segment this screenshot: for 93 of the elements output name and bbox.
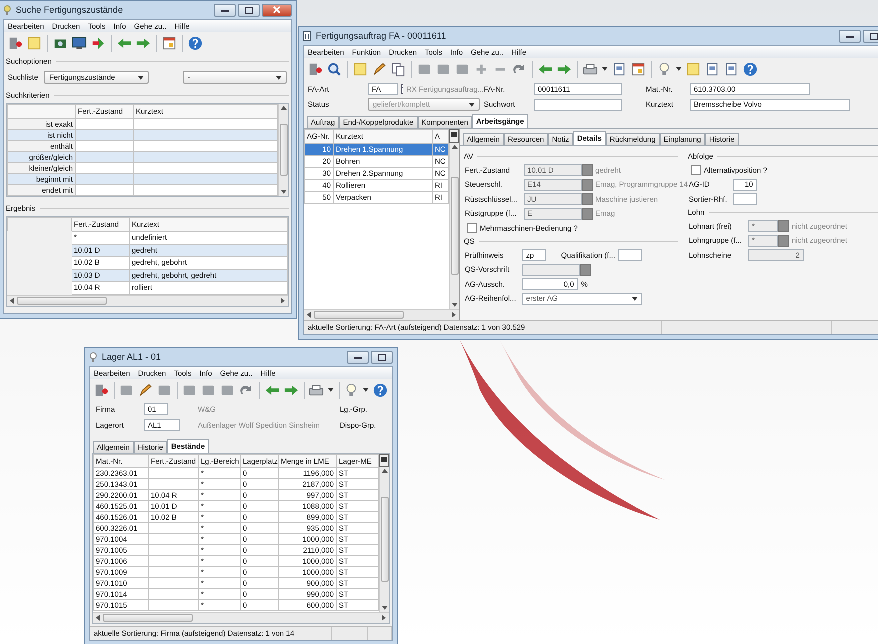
window-title: Lager AL1 - 01 [102,352,162,362]
scroll-up-icon[interactable] [382,469,388,473]
page-icon[interactable] [705,62,720,76]
window-icon [3,4,12,16]
scroll-left-icon[interactable] [10,298,14,304]
calendar-icon[interactable] [162,36,177,50]
maximize-icon [245,6,253,14]
input-field[interactable] [522,264,580,276]
lookup-button[interactable] [582,178,593,190]
lookup-button[interactable] [580,264,592,276]
table-cell [148,534,198,544]
horizontal-scrollbar[interactable] [7,294,288,306]
window-icon [89,352,98,362]
scroll-down-icon[interactable] [452,303,458,307]
table-cell [148,600,198,610]
maximize-button[interactable] [371,350,393,364]
lookup-button[interactable] [582,193,593,205]
column-chooser-icon[interactable] [449,129,459,143]
table-cell[interactable] [134,130,278,140]
pencil-icon[interactable] [372,62,387,76]
page-icon[interactable] [612,62,627,76]
input-field[interactable] [733,193,758,205]
help-icon[interactable] [743,62,758,76]
documents-icon[interactable] [391,62,406,76]
lookup-button[interactable] [778,234,789,246]
scroll-right-icon[interactable] [382,615,386,621]
table-cell [148,544,198,556]
help-icon[interactable] [188,36,203,50]
scroll-up-icon[interactable] [280,106,286,110]
exit-icon[interactable] [94,382,109,398]
minimize-icon [221,8,229,12]
input-field[interactable] [618,249,642,261]
caret-icon[interactable] [276,76,282,80]
scroll-up-icon[interactable] [452,145,458,149]
table-cell[interactable] [76,184,134,196]
search-icon[interactable] [327,62,342,76]
checkbox[interactable] [467,223,477,233]
column-chooser-icon[interactable] [379,454,389,467]
minimize-icon [846,34,854,38]
table-cell[interactable] [134,152,278,162]
caret-icon[interactable] [632,296,638,300]
monitor-icon[interactable] [72,36,87,50]
horizontal-scrollbar[interactable] [304,309,459,320]
window-icon [303,30,312,42]
table-cell [148,556,198,566]
table-cell [148,522,198,534]
table-cell [148,578,198,588]
close-icon [273,6,281,14]
lookup-button[interactable] [582,208,593,220]
table-cell [148,588,198,600]
arrow-icon[interactable] [91,36,106,50]
pencil-icon[interactable] [138,382,154,398]
scroll-left-icon[interactable] [96,615,100,621]
scroll-left-icon[interactable] [307,312,311,318]
minimize-button[interactable] [839,30,861,42]
caret-icon[interactable] [602,67,608,71]
table-cell [148,566,198,578]
table-cell[interactable] [134,184,278,196]
table-cell [148,468,198,478]
input-field[interactable] [534,98,622,110]
printer-icon[interactable] [308,382,324,398]
caret-icon[interactable] [676,67,682,71]
caret-icon[interactable] [328,388,334,392]
window-title: Suche Fertigungszustände [16,5,124,15]
lookup-button[interactable] [778,220,789,232]
calendar-icon[interactable] [631,62,646,76]
window-title: Fertigungsauftrag FA - 00011611 [316,31,448,41]
maximize-icon [870,32,878,40]
minimize-button[interactable] [214,4,236,16]
close-button[interactable] [262,4,292,16]
caret-icon[interactable] [363,388,370,392]
exit-icon[interactable] [308,62,323,76]
printer-icon[interactable] [583,62,598,76]
table-cell [148,478,198,490]
vertical-scrollbar[interactable] [449,143,459,309]
scroll-right-icon[interactable] [452,312,456,318]
minimize-button[interactable] [347,350,369,364]
page-icon[interactable] [724,62,739,76]
lookup-button[interactable] [582,164,593,176]
maximize-button[interactable] [238,4,260,16]
scroll-right-icon[interactable] [281,298,285,304]
maximize-icon [378,354,386,360]
exit-icon[interactable] [8,36,23,50]
vertical-scrollbar[interactable] [379,467,389,612]
scroll-down-icon[interactable] [382,606,388,610]
table-cell[interactable] [134,174,278,184]
scroll-down-icon[interactable] [280,190,286,194]
help-icon[interactable] [373,382,388,398]
minimize-icon [354,356,362,358]
horizontal-scrollbar[interactable] [93,612,389,623]
vertical-scrollbar[interactable] [278,104,288,196]
checkbox[interactable] [691,165,701,175]
caret-icon[interactable] [138,76,144,80]
